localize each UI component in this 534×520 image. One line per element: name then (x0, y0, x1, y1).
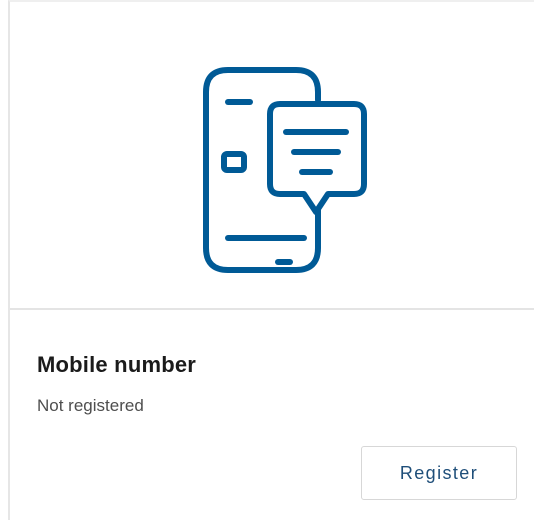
registration-status: Not registered (37, 396, 144, 415)
mobile-message-icon (203, 67, 367, 273)
mobile-number-card: Mobile number Not registered Register (8, 0, 534, 520)
register-button[interactable]: Register (361, 446, 517, 500)
card-title: Mobile number (37, 352, 197, 377)
card-hero (10, 2, 534, 308)
card-divider (10, 308, 534, 310)
